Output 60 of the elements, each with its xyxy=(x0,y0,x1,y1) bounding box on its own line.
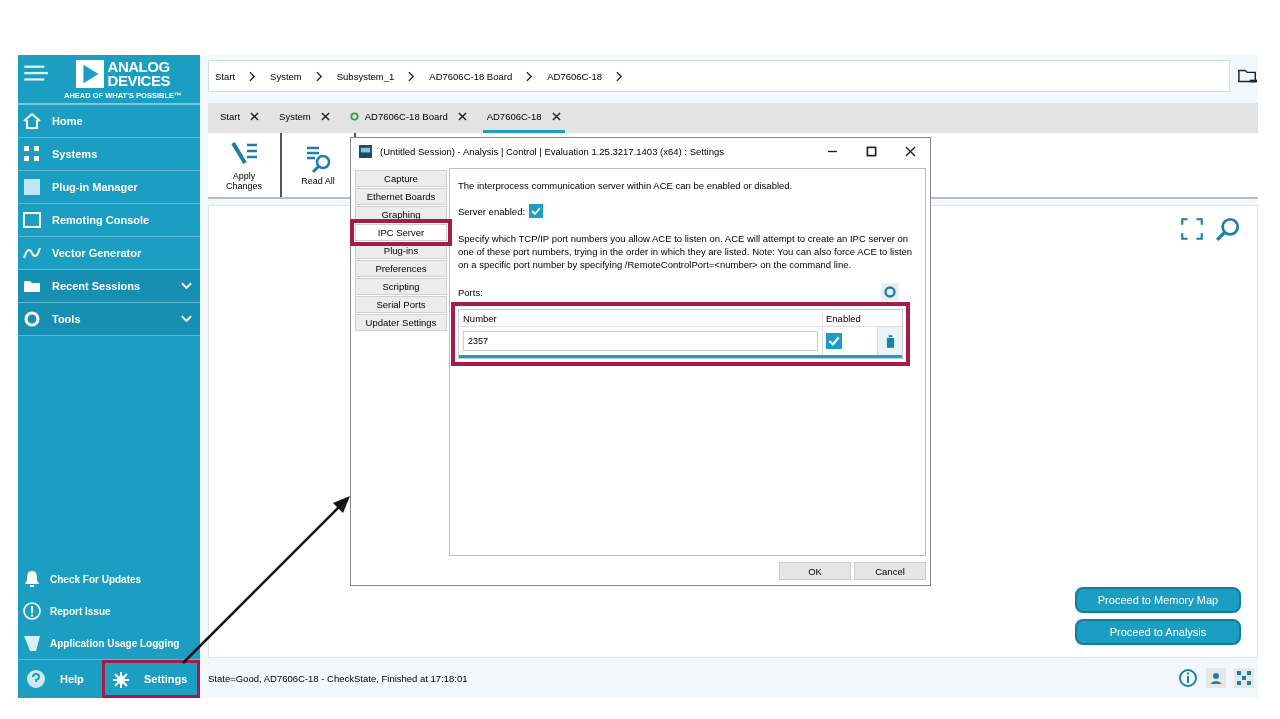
dialog-button[interactable]: Cancel xyxy=(854,562,926,580)
maximize-icon[interactable] xyxy=(866,145,877,157)
chevron-icon xyxy=(181,315,192,323)
breadcrumb-item[interactable]: Start xyxy=(215,70,236,82)
checkbox[interactable] xyxy=(529,204,544,218)
chevron-icon xyxy=(408,70,416,82)
app-icon xyxy=(359,144,372,158)
field-label: Server enabled: xyxy=(458,204,526,218)
alert-icon xyxy=(22,601,42,621)
category-tab[interactable]: Serial Ports xyxy=(355,296,447,313)
category-tab[interactable]: Scripting xyxy=(355,278,447,295)
category-tab[interactable]: Preferences xyxy=(355,260,447,277)
window-title: (Untitled Session) - Analysis | Control | Evaluation 1.25.3217.1403 (x64) : Settings xyxy=(380,145,725,157)
logo-icon xyxy=(75,60,104,88)
bell-icon xyxy=(22,569,42,589)
logo-text: DEVICES xyxy=(107,74,170,88)
help-icon xyxy=(26,669,46,689)
category-tab[interactable]: Capture xyxy=(355,170,447,187)
sidebar-item[interactable]: Recent Sessions xyxy=(18,270,200,303)
field-label: Ports: xyxy=(458,285,483,299)
menu-icon[interactable] xyxy=(24,64,50,84)
grid-icon xyxy=(22,144,42,164)
chevron-icon xyxy=(526,70,534,82)
sidebar-item[interactable]: Tools xyxy=(18,303,200,336)
close-icon[interactable] xyxy=(457,112,467,121)
dialog-button[interactable]: OK xyxy=(779,562,851,580)
tab[interactable]: System xyxy=(275,103,334,133)
chevron-icon xyxy=(181,282,192,290)
breadcrumb-item[interactable]: Subsystem_1 xyxy=(336,70,395,82)
search-icon[interactable] xyxy=(1215,216,1241,242)
category-tab[interactable]: Updater Settings xyxy=(355,314,447,331)
breadcrumb-item[interactable]: System xyxy=(270,70,302,82)
network-icon[interactable] xyxy=(1234,668,1254,688)
column-header: Number xyxy=(462,312,498,324)
user-icon[interactable] xyxy=(1206,668,1226,688)
port-field[interactable]: 2357 xyxy=(463,331,818,351)
home-icon xyxy=(22,111,42,131)
status-text: State=Good, AD7606C-18 - CheckState, Finished at 17:18:01 xyxy=(208,672,469,684)
description-text: Specify which TCP/IP port numbers you allow ACE to listen on. ACE will attempt to create an IPC server on one of these port numbers, trying in the order in which they are listed. Note: You can also force ACE to listen on a specific port number by specifying /RemoteControlPort=<number> on the command line. xyxy=(458,232,914,271)
fit-icon[interactable] xyxy=(1179,216,1205,242)
breadcrumb-item[interactable]: AD7606C-18 xyxy=(547,70,603,82)
checkbox[interactable] xyxy=(826,333,842,349)
breadcrumb-item[interactable]: AD7606C-18 Board xyxy=(429,70,513,82)
chevron-icon xyxy=(249,70,257,82)
close-icon[interactable] xyxy=(905,145,916,157)
category-tab[interactable]: Ethernet Boards xyxy=(355,188,447,205)
intro-text: The interprocess communication server within ACE can be enabled or disabled. xyxy=(458,179,794,192)
chevron-icon xyxy=(616,70,624,82)
trash-icon[interactable] xyxy=(885,334,895,348)
close-icon[interactable] xyxy=(551,112,561,121)
tab[interactable]: Start xyxy=(216,103,264,133)
close-icon[interactable] xyxy=(320,112,330,121)
tab[interactable]: AD7606C-18 Board xyxy=(345,103,471,133)
status-icon xyxy=(349,112,359,121)
folder-icon[interactable] xyxy=(1238,67,1258,85)
chevron-icon xyxy=(315,70,323,82)
column-header: Enabled xyxy=(822,312,877,324)
logo-text: ANALOG xyxy=(107,60,170,74)
info-icon[interactable] xyxy=(1178,668,1198,688)
close-icon[interactable] xyxy=(250,112,260,121)
